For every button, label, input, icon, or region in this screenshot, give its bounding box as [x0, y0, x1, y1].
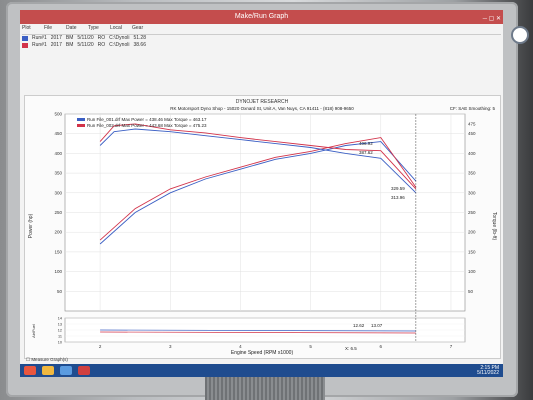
run-local: RO [97, 42, 106, 48]
afr-value-label: 13.07 [371, 323, 383, 328]
run-file: Run#1 [32, 42, 47, 48]
x-tick: 2 [99, 344, 102, 349]
dyno-chart-panel: DYNOJET RESEARCH RK Motorsport Dyno Shop… [24, 95, 501, 359]
correction-label: CF: SAE Smoothing: 5 [450, 106, 496, 111]
x-tick: 3 [169, 344, 172, 349]
run-path: C:\Dynoli [109, 35, 130, 41]
y-tick-right: 475 [468, 121, 476, 126]
y-tick-left: 500 [54, 112, 62, 117]
window-title: Make/Run Graph [234, 13, 289, 20]
plot-area: 5004504003503002502001501005047545040035… [54, 112, 476, 350]
run-gear: 38.66 [133, 42, 146, 48]
brand-label: DYNOJET RESEARCH [236, 99, 289, 105]
run-type: BM [65, 42, 74, 48]
taskbar-clock: 2:15 PM 5/11/2022 [477, 366, 499, 376]
run-color-swatch [22, 43, 28, 48]
run-type: BM [65, 35, 74, 41]
y-tick-right: 50 [468, 289, 474, 294]
afr-axis-label: Air/Fuel [31, 324, 36, 338]
y-tick-right: 200 [468, 230, 476, 235]
y-tick-left: 350 [54, 171, 62, 176]
legend-swatch-run1 [77, 118, 85, 121]
run-gear: 51.28 [133, 35, 146, 41]
x-tick: 5 [309, 344, 312, 349]
monitor-stand [205, 377, 325, 400]
folder-icon[interactable] [42, 366, 54, 375]
y-tick-right: 400 [468, 151, 476, 156]
browser-icon[interactable] [60, 366, 72, 375]
x-tick: 7 [450, 344, 453, 349]
right-axis-label: Torque (lb-ft) [491, 212, 497, 241]
start-icon[interactable] [24, 366, 36, 375]
run-local: RO [97, 35, 106, 41]
col-type: Type [88, 25, 99, 31]
y-tick-right: 350 [468, 171, 476, 176]
screen: Make/Run Graph ─ ▢ ✕ Plot File Date Type… [20, 10, 503, 377]
run-path: C:\Dynoli [109, 42, 130, 48]
checkbox-label: Measure Graph(s) [31, 357, 68, 362]
run-row[interactable]: Run#1 2017 BM 5/11/20 RO C:\Dynoli 51.28 [22, 35, 146, 42]
afr-tick: 12 [58, 329, 62, 333]
x-tick: 6 [380, 344, 383, 349]
x-tick: 4 [239, 344, 242, 349]
afr-value-label: 12.62 [353, 323, 365, 328]
legend-swatch-run2 [77, 124, 85, 127]
window-titlebar: Make/Run Graph ─ ▢ ✕ [20, 10, 503, 24]
run-date: 5/11/20 [77, 42, 94, 48]
run-color-swatch [22, 36, 28, 41]
legend-run1: Run File_001.drf Max Power = 438.46 Max … [87, 117, 207, 122]
y-tick-left: 150 [54, 249, 62, 254]
y-tick-right: 100 [468, 269, 476, 274]
value-label: 406.92 [359, 141, 373, 146]
value-label: 387.62 [359, 150, 373, 155]
window-controls[interactable]: ─ ▢ ✕ [483, 12, 501, 26]
afr-tick: 10 [58, 341, 62, 345]
col-date: Date [66, 25, 77, 31]
dyno-app-icon[interactable] [78, 366, 90, 375]
monitor-bezel: Make/Run Graph ─ ▢ ✕ Plot File Date Type… [6, 2, 529, 397]
y-tick-left: 450 [54, 131, 62, 136]
run-row[interactable]: Run#1 2017 BM 5/11/20 RO C:\Dynoli 38.66 [22, 42, 146, 49]
left-axis-label: Power (hp) [28, 213, 34, 238]
y-tick-left: 50 [57, 289, 63, 294]
y-tick-left: 250 [54, 210, 62, 215]
y-tick-left: 400 [54, 151, 62, 156]
col-gear: Gear [132, 25, 144, 31]
dyno-chart: DYNOJET RESEARCH RK Motorsport Dyno Shop… [28, 99, 497, 356]
col-file: File [44, 25, 53, 31]
checkbox-icon[interactable]: ☐ [26, 357, 30, 362]
y-tick-right: 150 [468, 249, 476, 254]
monitor-logo-icon [511, 26, 529, 44]
y-tick-right: 250 [468, 210, 476, 215]
y-tick-left: 300 [54, 190, 62, 195]
legend-run2: Run File_002.drf Max Power = 443.68 Max … [87, 123, 207, 128]
afr-tick: 11 [58, 335, 62, 339]
shop-header: RK Motorsport Dyno Shop - 15020 Oxnard S… [170, 106, 354, 111]
measure-graphs-checkbox[interactable]: ☐ Measure Graph(s) [26, 357, 68, 363]
value-label: 329.59 [391, 186, 405, 191]
x-marker-readout: X: 6.5 [345, 346, 357, 351]
y-tick-right: 450 [468, 131, 476, 136]
y-tick-left: 100 [54, 269, 62, 274]
x-axis-label: Engine Speed (RPM x1000) [231, 350, 294, 356]
run-table-header: Plot File Date Type Local Gear [22, 25, 501, 35]
afr-tick: 14 [58, 317, 62, 321]
y-tick-left: 200 [54, 230, 62, 235]
run-year: 2017 [50, 42, 62, 48]
run-date: 5/11/20 [77, 35, 94, 41]
run-year: 2017 [50, 35, 62, 41]
y-tick-right: 300 [468, 190, 476, 195]
run-list[interactable]: Run#1 2017 BM 5/11/20 RO C:\Dynoli 51.28… [22, 35, 146, 49]
clock-date: 5/11/2022 [477, 370, 499, 376]
value-label: 313.96 [391, 195, 405, 200]
afr-tick: 13 [58, 323, 62, 327]
run-file: Run#1 [32, 35, 47, 41]
taskbar: 2:15 PM 5/11/2022 [20, 364, 503, 377]
col-local: Local [110, 25, 122, 31]
col-plot: Plot [22, 25, 31, 31]
